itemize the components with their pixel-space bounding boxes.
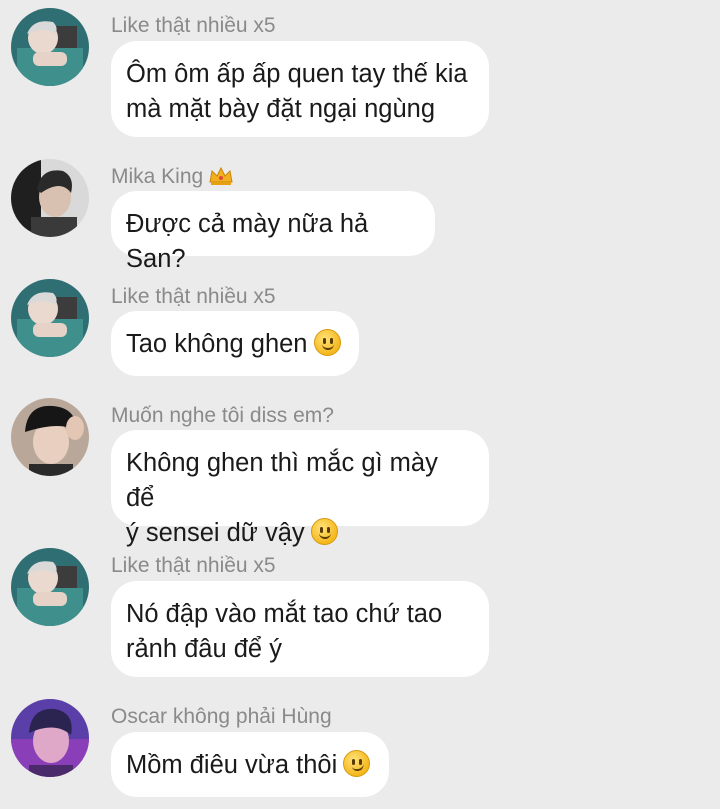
sender-name: Like thật nhiều x5 [111,554,276,577]
message-line: rảnh đâu để ý [126,635,282,663]
message-bubble[interactable]: Nó đập vào mắt tao chứ tao rảnh đâu để ý [111,581,489,677]
avatar-gray-hair-man-icon [11,279,89,357]
message-line: Ôm ôm ấp ấp quen tay thế kia [126,60,468,88]
avatar[interactable] [11,548,89,626]
avatar[interactable] [11,398,89,476]
sender-name: Like thật nhiều x5 [111,14,276,37]
sender-name: Mika King [111,164,234,190]
message-line: Nó đập vào mắt tao chứ tao [126,600,443,628]
avatar-gray-hair-man-icon [11,8,89,86]
avatar-gray-hair-man-icon [11,548,89,626]
avatar-dark-haired-man-icon [11,159,89,237]
message-bubble[interactable]: Được cả mày nữa hả San? [111,191,435,273]
message-bubble[interactable]: Không ghen thì mắc gì mày để ý sensei dữ… [111,430,489,547]
message-line: Được cả mày nữa hả San? [126,210,369,273]
message-line: Tao không ghen [126,330,308,358]
slightly-smiling-face-emoji-icon [313,329,341,356]
message-bubble[interactable]: Mồm điêu vừa thôi [111,732,389,797]
avatar[interactable] [11,159,89,237]
sender-name-text: Mika King [111,165,204,188]
message-line: Mồm điêu vừa thôi [126,751,338,779]
sender-name: Like thật nhiều x5 [111,285,276,308]
avatar[interactable] [11,699,89,777]
crown-icon [209,166,233,185]
sender-name: Muốn nghe tôi diss em? [111,404,334,427]
message-bubble[interactable]: Tao không ghen [111,311,359,376]
avatar[interactable] [11,279,89,357]
message-line: mà mặt bày đặt ngại ngùng [126,95,436,123]
message-line: ý sensei dữ vậy [126,519,305,547]
avatar[interactable] [11,8,89,86]
avatar-man-with-cap-icon [11,398,89,476]
avatar-purple-light-man-icon [11,699,89,777]
smirking-face-emoji-icon [343,750,371,777]
message-bubble[interactable]: Ôm ôm ấp ấp quen tay thế kia mà mặt bày … [111,41,489,137]
message-line: Không ghen thì mắc gì mày để [126,449,438,512]
slightly-smiling-face-emoji-icon [310,518,338,545]
sender-name: Oscar không phải Hùng [111,705,332,728]
